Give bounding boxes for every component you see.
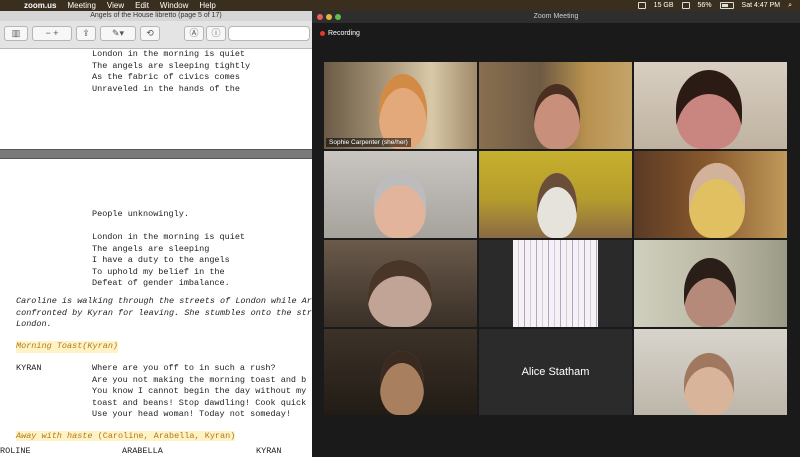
- stage-direction: London.: [16, 319, 52, 329]
- video-tile[interactable]: [634, 62, 787, 149]
- status-area: 15 GB 56% Sat 4:47 PM ⌕: [637, 0, 792, 11]
- battery-icon[interactable]: [719, 2, 734, 9]
- preview-title: Angels of the House libretto (page 5 of …: [0, 11, 312, 21]
- share-button[interactable]: ⇪: [76, 26, 96, 41]
- menu-help[interactable]: Help: [199, 0, 215, 11]
- participant-figure: [537, 173, 577, 238]
- lyric-line: Are you not making the morning toast and…: [92, 374, 307, 385]
- verse-line: London in the morning is quiet: [92, 232, 246, 242]
- shared-screen-thumbnail: [513, 240, 598, 327]
- info-button[interactable]: ⓘ: [206, 26, 226, 41]
- zoom-window: Zoom Meeting Recording Sophie Carpenter …: [312, 11, 800, 457]
- song-title: Morning Toast(Kyran): [16, 341, 119, 353]
- video-tile[interactable]: [634, 151, 787, 238]
- record-dot-icon: [320, 31, 325, 36]
- video-tile[interactable]: [324, 240, 477, 327]
- preview-toolbar: ▥ − + ⇪ ✎▾ ⟲ Ⓐ ⓘ: [0, 21, 312, 49]
- participant-figure: [684, 258, 736, 327]
- stage-direction: Caroline is walking through the streets …: [16, 296, 312, 306]
- clock[interactable]: Sat 4:47 PM: [742, 0, 781, 11]
- highlight-button[interactable]: Ⓐ: [184, 26, 204, 41]
- verse-line: As the fabric of civics comes: [92, 72, 240, 82]
- participant-figure: [380, 351, 424, 415]
- participant-figure: [676, 70, 742, 149]
- stage-direction: confronted by Kyran for leaving. She stu…: [16, 307, 312, 318]
- menu-bar: zoom.us Meeting View Edit Window Help 15…: [0, 0, 800, 11]
- lyric-line: toast and beans! Stop dawdling! Cook qui…: [92, 397, 307, 408]
- menu-view[interactable]: View: [107, 0, 124, 11]
- window-controls: [317, 14, 341, 20]
- page-break: [0, 149, 312, 159]
- column-header: ARABELLA: [122, 446, 163, 456]
- menu-edit[interactable]: Edit: [135, 0, 149, 11]
- video-tile[interactable]: [324, 151, 477, 238]
- video-tile[interactable]: [324, 329, 477, 415]
- speaker-name: KYRAN: [16, 363, 42, 373]
- close-icon[interactable]: [317, 14, 323, 20]
- menu-window[interactable]: Window: [160, 0, 188, 11]
- rotate-button[interactable]: ⟲: [140, 26, 160, 41]
- participant-name-large: Alice Statham: [521, 366, 590, 378]
- video-tile-no-video[interactable]: Alice Statham: [479, 329, 632, 415]
- search-icon[interactable]: ⌕: [788, 0, 792, 11]
- lyric-line: Use your head woman! Today not someday!: [92, 409, 291, 419]
- zoom-window-title: Zoom Meeting: [533, 13, 579, 20]
- song-title-roles: (Caroline, Arabella, Kyran): [92, 431, 236, 441]
- verse-line: The angels are sleeping: [92, 243, 210, 254]
- verse-line: The angels are sleeping tightly: [92, 60, 251, 71]
- song-title: Away with haste (Caroline, Arabella, Kyr…: [16, 431, 236, 443]
- participant-figure: [534, 84, 580, 149]
- recording-label: Recording: [328, 30, 360, 37]
- zoom-titlebar: Zoom Meeting: [312, 11, 800, 23]
- video-tile[interactable]: [479, 151, 632, 238]
- memory-icon[interactable]: [637, 2, 646, 9]
- menu-meeting[interactable]: Meeting: [67, 0, 95, 11]
- verse-line: I have a duty to the angels: [92, 255, 230, 265]
- verse-line: London in the morning is quiet: [92, 49, 246, 59]
- video-tile[interactable]: [634, 240, 787, 327]
- participant-figure: [368, 260, 432, 327]
- zoom-buttons[interactable]: − +: [32, 26, 72, 41]
- column-header: KYRAN: [256, 446, 282, 456]
- minimize-icon[interactable]: [326, 14, 332, 20]
- lyric-line: You know I cannot begin the day without …: [92, 386, 307, 396]
- column-header: ROLINE: [0, 446, 31, 456]
- maximize-icon[interactable]: [335, 14, 341, 20]
- song-title-highlight: Away with haste: [16, 431, 93, 441]
- page-6: People unknowingly. London in the mornin…: [0, 159, 312, 457]
- storage-readout: 15 GB: [653, 2, 674, 9]
- participant-name: Sophie Carpenter (she/her): [326, 138, 411, 147]
- video-tile-active-speaker[interactable]: Sophie Carpenter (she/her): [324, 62, 477, 149]
- page-5-top: London in the morning is quiet The angel…: [0, 49, 312, 149]
- sidebar-toggle-button[interactable]: ▥: [4, 26, 28, 41]
- video-tile[interactable]: [479, 62, 632, 149]
- video-tile[interactable]: [634, 329, 787, 415]
- lyric-line: Where are you off to in such a rush?: [92, 363, 276, 373]
- recording-indicator[interactable]: Recording: [320, 30, 360, 37]
- preview-window: Angels of the House libretto (page 5 of …: [0, 11, 312, 457]
- verse-line: People unknowingly.: [92, 209, 189, 219]
- verse-line: Defeat of gender imbalance.: [92, 278, 230, 288]
- participant-figure: [374, 171, 426, 238]
- participant-figure: [689, 163, 745, 238]
- menu-app-zoom[interactable]: zoom.us: [24, 0, 56, 11]
- search-field[interactable]: [228, 26, 310, 41]
- markup-button[interactable]: ✎▾: [100, 26, 136, 41]
- verse-line: Unraveled in the hands of the: [92, 83, 240, 94]
- participant-figure: [684, 353, 734, 415]
- battery-percent: 56%: [697, 2, 712, 9]
- video-tile[interactable]: [479, 240, 632, 327]
- verse-line: To uphold my belief in the: [92, 266, 225, 277]
- wifi-icon[interactable]: [681, 2, 690, 9]
